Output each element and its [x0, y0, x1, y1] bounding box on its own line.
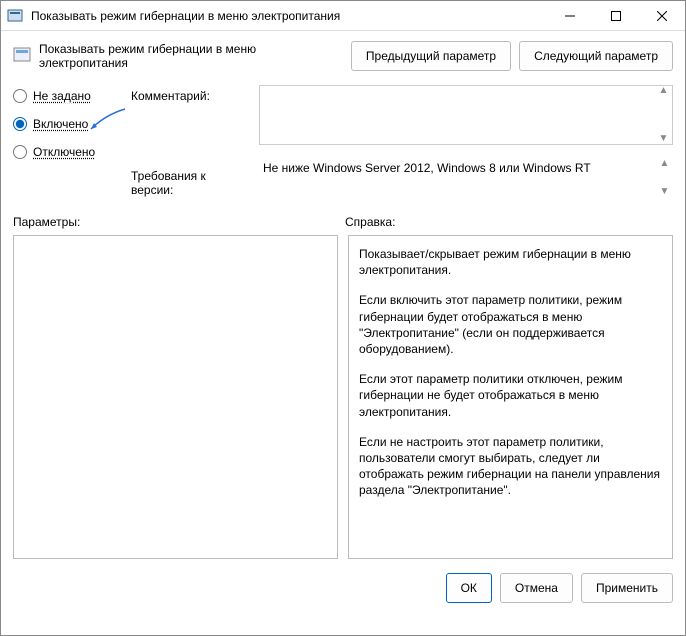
help-paragraph: Если включить этот параметр политики, ре… — [359, 292, 662, 357]
parameters-panel — [13, 235, 338, 559]
scroll-up-icon[interactable]: ▲ — [655, 86, 672, 96]
help-paragraph: Если не настроить этот параметр политики… — [359, 434, 662, 499]
help-label: Справка: — [345, 215, 395, 229]
radio-enabled[interactable] — [13, 117, 27, 131]
window-title: Показывать режим гибернации в меню элект… — [29, 9, 547, 23]
cancel-button[interactable]: Отмена — [500, 573, 573, 603]
parameters-label: Параметры: — [13, 215, 345, 229]
help-paragraph: Показывает/скрывает режим гибернации в м… — [359, 246, 662, 278]
apply-button[interactable]: Применить — [581, 573, 673, 603]
help-paragraph: Если этот параметр политики отключен, ре… — [359, 371, 662, 420]
radio-disabled[interactable] — [13, 145, 27, 159]
close-button[interactable] — [639, 1, 685, 31]
radio-enabled-label[interactable]: Включено — [33, 117, 88, 131]
radio-not-configured-label[interactable]: Не задано — [33, 89, 91, 103]
scroll-down-icon[interactable]: ▼ — [656, 187, 673, 197]
requirements-label: Требования к версии: — [131, 165, 251, 197]
state-radio-group: Не задано Включено Отключено — [13, 85, 123, 197]
comment-textarea[interactable]: ▲ ▼ — [259, 85, 673, 145]
subheader: Показывать режим гибернации в меню элект… — [1, 31, 685, 85]
requirements-text: Не ниже Windows Server 2012, Windows 8 и… — [259, 159, 673, 197]
minimize-button[interactable] — [547, 1, 593, 31]
radio-not-configured[interactable] — [13, 89, 27, 103]
comment-label: Комментарий: — [131, 85, 251, 103]
help-panel: Показывает/скрывает режим гибернации в м… — [348, 235, 673, 559]
previous-setting-button[interactable]: Предыдущий параметр — [351, 41, 511, 71]
titlebar: Показывать режим гибернации в меню элект… — [1, 1, 685, 31]
app-icon — [7, 8, 23, 24]
scroll-down-icon[interactable]: ▼ — [655, 134, 672, 144]
radio-disabled-label[interactable]: Отключено — [33, 145, 95, 159]
maximize-button[interactable] — [593, 1, 639, 31]
ok-button[interactable]: ОК — [446, 573, 492, 603]
policy-icon — [13, 47, 31, 65]
policy-title: Показывать режим гибернации в меню элект… — [39, 42, 343, 70]
dialog-footer: ОК Отмена Применить — [1, 559, 685, 617]
next-setting-button[interactable]: Следующий параметр — [519, 41, 673, 71]
scroll-up-icon[interactable]: ▲ — [656, 159, 673, 169]
